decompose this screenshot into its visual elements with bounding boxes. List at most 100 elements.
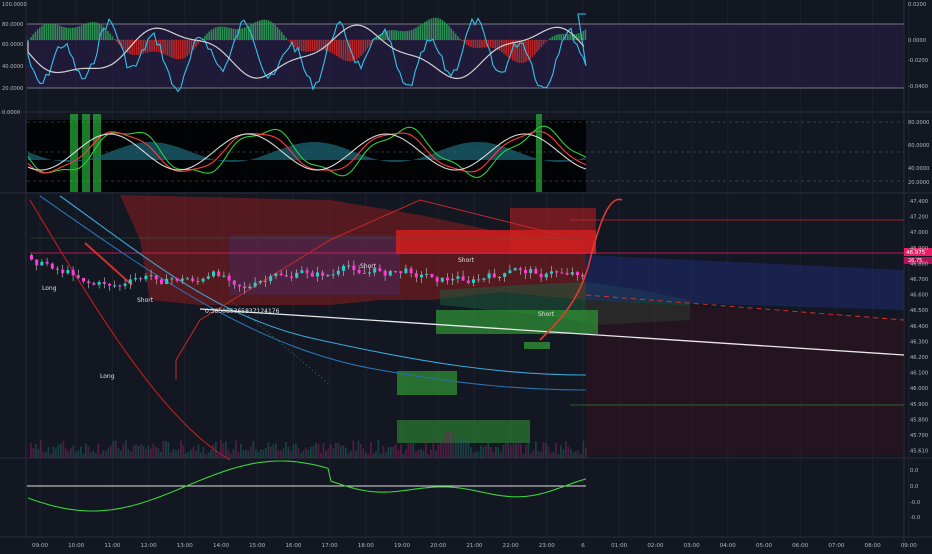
candle-body xyxy=(280,274,283,276)
oscillator-histogram-bar xyxy=(303,40,305,52)
candle-body xyxy=(472,279,475,283)
volume-bar xyxy=(268,443,270,458)
oscillator-histogram-bar xyxy=(85,24,87,40)
oscillator-histogram-bar xyxy=(257,21,259,40)
candle-body xyxy=(51,264,54,269)
oscillator-histogram-bar xyxy=(125,40,127,51)
time-axis-label: 19:00 xyxy=(394,543,411,549)
oscillator-histogram-bar xyxy=(367,40,369,48)
candle-body xyxy=(259,281,262,283)
oscillator-histogram-bar xyxy=(112,36,114,40)
volume-bar xyxy=(230,453,232,458)
oscillator-histogram-bar xyxy=(79,26,81,40)
oscillator-histogram-bar xyxy=(186,40,188,56)
oscillator-histogram-bar xyxy=(312,40,314,51)
volume-bar xyxy=(258,452,260,458)
volume-bar xyxy=(233,449,235,458)
oscillator-histogram-bar xyxy=(541,40,543,47)
oscillator-histogram-bar xyxy=(402,31,404,40)
volume-bar xyxy=(585,448,587,458)
oscillator-histogram-bar xyxy=(305,40,307,52)
volume-bar xyxy=(348,453,350,458)
time-axis-label: 14:00 xyxy=(213,543,230,549)
volume-bar xyxy=(395,444,397,458)
volume-bar xyxy=(295,444,297,458)
candle-body xyxy=(446,278,449,281)
oscillator-histogram-bar xyxy=(107,31,109,40)
volume-bar xyxy=(475,452,477,458)
volume-bar xyxy=(430,450,432,458)
oscillator-histogram-bar xyxy=(241,28,243,40)
candle-body xyxy=(92,283,95,285)
volume-bar xyxy=(180,440,182,458)
volume-bar xyxy=(518,442,520,458)
price-tick-label: 45.700 xyxy=(910,433,928,439)
candle-body xyxy=(129,279,132,283)
oscillator-histogram-bar xyxy=(274,25,276,40)
time-axis-label: 23:00 xyxy=(539,543,556,549)
oscillator-histogram-bar xyxy=(81,25,83,40)
oscillator-histogram-bar xyxy=(459,39,461,40)
volume-bar xyxy=(140,444,142,458)
oscillator-histogram-bar xyxy=(263,20,265,40)
volume-bar xyxy=(160,452,162,458)
oscillator-histogram-bar xyxy=(90,22,92,40)
volume-bar xyxy=(513,443,515,458)
volume-bar xyxy=(270,447,272,458)
oscillator-histogram-bar xyxy=(435,18,437,40)
candle-body xyxy=(332,274,335,275)
oscillator-histogram-bar xyxy=(578,33,580,40)
volume-bar xyxy=(318,444,320,458)
oscillator-histogram-bar xyxy=(173,40,175,58)
oscillator-histogram-bar xyxy=(266,20,268,40)
candle-body xyxy=(139,278,142,279)
y-axis-tick-label: 100.0000 xyxy=(2,2,27,8)
volume-bar xyxy=(85,444,87,458)
volume-bar xyxy=(190,450,192,458)
oscillator-histogram-bar xyxy=(224,27,226,40)
price-tick-label: 46.400 xyxy=(910,324,928,330)
candle-body xyxy=(254,283,257,287)
candle-body xyxy=(545,274,548,278)
oscillator-histogram-bar xyxy=(316,40,318,50)
volume-bar xyxy=(353,440,355,458)
volume-bar xyxy=(363,448,365,458)
y-axis-tick-label: -0.0 xyxy=(910,500,920,506)
volume-bar xyxy=(148,446,150,458)
candle-body xyxy=(77,275,80,278)
oscillator-histogram-bar xyxy=(420,25,422,40)
volume-bar xyxy=(533,450,535,458)
volume-bar xyxy=(565,441,567,458)
time-axis-label: 05:00 xyxy=(756,543,773,549)
candle-body xyxy=(410,268,413,273)
candle-body xyxy=(384,271,387,276)
oscillator-histogram-bar xyxy=(96,23,98,40)
oscillator-histogram-bar xyxy=(277,27,279,40)
volume-bar xyxy=(253,441,255,458)
candle-body xyxy=(228,276,231,281)
volume-bar xyxy=(175,451,177,458)
volume-bar xyxy=(535,441,537,458)
volume-bar xyxy=(70,448,72,458)
volume-bar xyxy=(338,443,340,458)
volume-bar xyxy=(530,453,532,458)
volume-bar xyxy=(193,447,195,458)
volume-bar xyxy=(105,451,107,458)
time-axis-label: 03:00 xyxy=(684,543,701,549)
volume-bar xyxy=(265,448,267,458)
time-axis-label: 11:00 xyxy=(104,543,121,549)
volume-bar xyxy=(405,449,407,458)
oscillator-histogram-bar xyxy=(442,20,444,40)
chart-canvas[interactable]: LongShortShortShortShortLong0.3850853658… xyxy=(0,0,932,550)
trading-chart[interactable]: LongShortShortShortShortLong0.3850853658… xyxy=(0,0,932,550)
oscillator-histogram-bar xyxy=(281,32,283,40)
volume-bar xyxy=(410,443,412,458)
oscillator-histogram-bar xyxy=(222,27,224,40)
volume-bar xyxy=(445,431,447,458)
volume-bar xyxy=(115,441,117,458)
oscillator-histogram-bar xyxy=(332,40,334,53)
volume-bar xyxy=(278,450,280,458)
candle-body xyxy=(482,278,485,279)
oscillator-histogram-bar xyxy=(343,40,345,60)
candle-body xyxy=(300,270,303,272)
